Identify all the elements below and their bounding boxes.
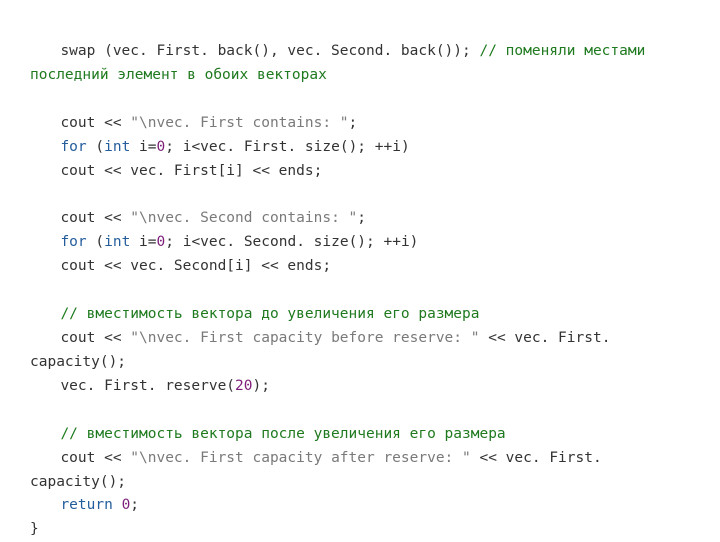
comment-after-reserve: // вместимость вектора после увеличения …: [60, 426, 505, 442]
for-open: (: [87, 234, 104, 250]
keyword-int: int: [104, 234, 130, 250]
cout-second-label: cout <<: [60, 210, 130, 226]
code-block: swap (vec. First. back(), vec. Second. b…: [30, 16, 690, 542]
cout-capacity-before: cout <<: [60, 330, 130, 346]
closing-brace: }: [30, 521, 39, 537]
for-var: i=: [130, 234, 156, 250]
keyword-int: int: [104, 139, 130, 155]
reserve-call-a: vec. First. reserve(: [60, 378, 235, 394]
keyword-for: for: [60, 139, 86, 155]
number-zero: 0: [157, 139, 166, 155]
cout-capacity-after: cout <<: [60, 450, 130, 466]
cout-second-item: cout << vec. Second[i] << ends;: [60, 258, 339, 274]
cout-first-label: cout <<: [60, 115, 130, 131]
swap-call: swap (vec. First. back(), vec. Second. b…: [60, 43, 479, 59]
for-open: (: [87, 139, 104, 155]
number-zero: 0: [122, 497, 131, 513]
for-cond: ; i<vec. Second. size(); ++i): [165, 234, 418, 250]
number-zero: 0: [157, 234, 166, 250]
string-capacity-after: "\nvec. First capacity after reserve: ": [130, 450, 470, 466]
string-second-contains: "\nvec. Second contains: ": [130, 210, 357, 226]
number-twenty: 20: [235, 378, 252, 394]
keyword-for: for: [60, 234, 86, 250]
string-capacity-before: "\nvec. First capacity before reserve: ": [130, 330, 479, 346]
return-space: [113, 497, 122, 513]
comment-before-reserve: // вместимость вектора до увеличения его…: [60, 306, 479, 322]
stmt-end: ;: [357, 210, 374, 226]
string-first-contains: "\nvec. First contains: ": [130, 115, 348, 131]
for-cond: ; i<vec. First. size(); ++i): [165, 139, 409, 155]
for-var: i=: [130, 139, 156, 155]
stmt-end: ;: [349, 115, 366, 131]
reserve-call-b: );: [253, 378, 270, 394]
keyword-return: return: [60, 497, 112, 513]
cout-first-item: cout << vec. First[i] << ends;: [60, 163, 331, 179]
return-semi: ;: [130, 497, 139, 513]
